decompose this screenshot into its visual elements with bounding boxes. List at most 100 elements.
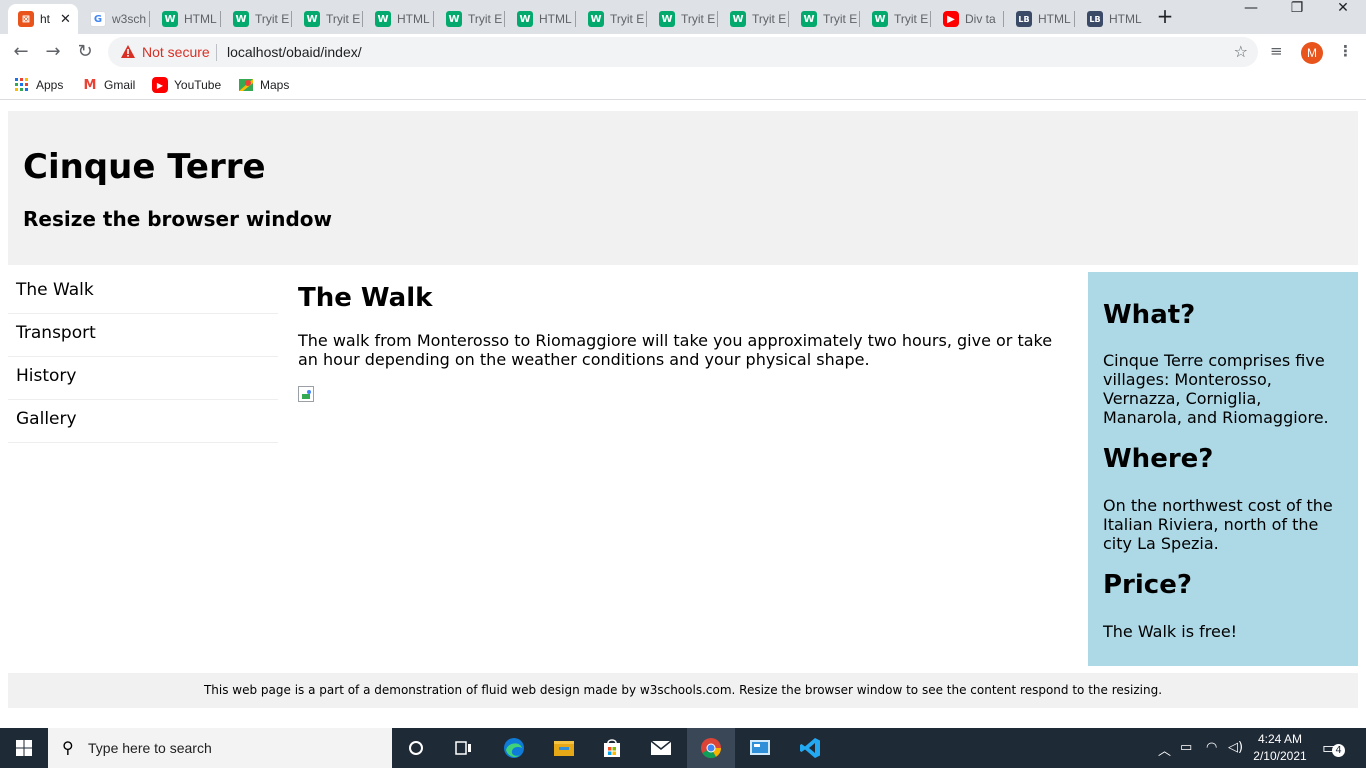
tab-label: HTML xyxy=(184,12,217,26)
bookmark-label: Gmail xyxy=(104,78,136,92)
apps-grid-icon xyxy=(14,77,30,93)
windows-logo-icon xyxy=(16,740,32,756)
tab-label: w3sch xyxy=(112,12,146,26)
info-aside: What? Cinque Terre comprises five villag… xyxy=(1088,272,1358,666)
tab-w3-html[interactable]: W HTML xyxy=(365,4,431,34)
menu-kebab-icon[interactable]: ⋮ xyxy=(1338,42,1353,60)
w3schools-icon: W xyxy=(517,11,533,27)
tab-youtube[interactable]: ▶ Div ta xyxy=(933,4,1001,34)
bookmark-youtube[interactable]: ▶ YouTube xyxy=(152,77,221,93)
tab-label: HTML xyxy=(539,12,572,26)
aside-text-where: On the northwest cost of the Italian Riv… xyxy=(1103,496,1333,553)
tab-google[interactable]: G w3sch xyxy=(80,4,146,34)
tab-w3-html[interactable]: W HTML xyxy=(152,4,218,34)
control-panel-icon xyxy=(750,740,770,755)
bookmark-maps[interactable]: Maps xyxy=(238,77,289,93)
bookmark-gmail[interactable]: M Gmail xyxy=(82,77,136,93)
vscode-app[interactable] xyxy=(786,728,834,768)
tab-w3-html[interactable]: W HTML xyxy=(507,4,573,34)
tab-xampp[interactable]: ⊠ ht ✕ xyxy=(8,4,78,34)
xampp-icon: ⊠ xyxy=(18,11,34,27)
tab-divider xyxy=(362,11,363,27)
tab-divider xyxy=(930,11,931,27)
back-button[interactable]: ← xyxy=(10,41,32,63)
tab-w3-tryit[interactable]: W Tryit E xyxy=(720,4,786,34)
html-site-icon: LB xyxy=(1016,11,1032,27)
tab-divider xyxy=(433,11,434,27)
bookmark-apps[interactable]: Apps xyxy=(14,77,63,93)
file-explorer-app[interactable] xyxy=(540,728,588,768)
control-panel-app[interactable] xyxy=(736,728,784,768)
tab-label: Div ta xyxy=(965,12,996,26)
search-icon: ⚲ xyxy=(62,738,74,757)
address-bar[interactable]: Not secure localhost/obaid/index/ ☆ xyxy=(108,37,1258,67)
menu-item-gallery[interactable]: Gallery xyxy=(8,400,278,443)
w3schools-icon: W xyxy=(162,11,178,27)
bookmark-label: Apps xyxy=(36,78,64,92)
tab-label: HTML xyxy=(1038,12,1071,26)
menu-item-the-walk[interactable]: The Walk xyxy=(8,271,278,314)
close-tab-icon[interactable]: ✕ xyxy=(60,12,71,27)
store-app[interactable] xyxy=(588,728,636,768)
tab-divider xyxy=(291,11,292,27)
close-window-button[interactable]: ✕ xyxy=(1320,0,1366,32)
profile-avatar[interactable]: M xyxy=(1301,42,1323,64)
youtube-icon: ▶ xyxy=(943,11,959,27)
mail-app[interactable] xyxy=(637,728,685,768)
cortana-icon xyxy=(409,741,423,755)
tab-divider xyxy=(717,11,718,27)
tab-w3-tryit[interactable]: W Tryit E xyxy=(862,4,928,34)
tab-html-site[interactable]: LB HTML xyxy=(1077,4,1143,34)
maps-icon xyxy=(238,77,254,93)
volume-icon[interactable]: ◁) xyxy=(1228,740,1243,755)
minimize-button[interactable]: — xyxy=(1228,0,1274,32)
store-icon xyxy=(604,739,620,757)
aside-heading-where: Where? xyxy=(1103,444,1214,474)
new-tab-button[interactable]: + xyxy=(1154,5,1176,27)
tab-divider xyxy=(575,11,576,27)
media-control-icon[interactable]: ≡ xyxy=(1270,42,1283,60)
clock-date: 2/10/2021 xyxy=(1253,749,1307,763)
main-heading: The Walk xyxy=(298,283,433,313)
chrome-app[interactable] xyxy=(687,728,735,768)
w3schools-icon: W xyxy=(446,11,462,27)
security-status[interactable]: Not secure xyxy=(142,44,210,60)
tab-w3-tryit[interactable]: W Tryit E xyxy=(436,4,502,34)
tab-html-site[interactable]: LB HTML xyxy=(1006,4,1072,34)
taskbar-search[interactable]: ⚲ Type here to search xyxy=(48,728,392,768)
aside-heading-price: Price? xyxy=(1103,570,1192,600)
clock-time: 4:24 AM xyxy=(1257,732,1303,746)
wifi-icon[interactable]: ◠ xyxy=(1206,740,1217,755)
tab-w3-tryit[interactable]: W Tryit E xyxy=(649,4,715,34)
restore-button[interactable]: ❐ xyxy=(1274,0,1320,32)
bookmarks-bar: Apps M Gmail ▶ YouTube Maps xyxy=(0,70,1366,100)
main-content: The Walk The walk from Monterosso to Rio… xyxy=(298,283,1073,402)
battery-icon[interactable]: ▭ xyxy=(1180,740,1192,755)
menu-item-history[interactable]: History xyxy=(8,357,278,400)
action-center-button[interactable]: ▭ 4 xyxy=(1322,738,1345,757)
task-view-button[interactable] xyxy=(440,728,488,768)
w3schools-icon: W xyxy=(659,11,675,27)
tab-w3-tryit[interactable]: W Tryit E xyxy=(578,4,644,34)
youtube-icon: ▶ xyxy=(152,77,168,93)
reload-button[interactable]: ↻ xyxy=(74,41,96,63)
aside-text-price: The Walk is free! xyxy=(1103,622,1238,641)
url-text[interactable]: localhost/obaid/index/ xyxy=(227,44,362,60)
aside-heading-what: What? xyxy=(1103,300,1196,330)
tab-divider xyxy=(149,11,150,27)
menu-item-transport[interactable]: Transport xyxy=(8,314,278,357)
tray-expand-icon[interactable]: ︿ xyxy=(1158,740,1171,759)
tab-w3-tryit[interactable]: W Tryit E xyxy=(294,4,360,34)
tab-w3-tryit[interactable]: W Tryit E xyxy=(791,4,857,34)
gmail-icon: M xyxy=(83,77,97,93)
start-button[interactable] xyxy=(0,728,48,768)
tab-label: Tryit E xyxy=(468,12,502,26)
tab-w3-tryit[interactable]: W Tryit E xyxy=(223,4,289,34)
forward-button[interactable]: → xyxy=(42,41,64,63)
omnibox-divider xyxy=(216,44,217,61)
cortana-button[interactable] xyxy=(392,728,440,768)
bookmark-star-icon[interactable]: ☆ xyxy=(1234,42,1248,61)
edge-app[interactable] xyxy=(490,728,538,768)
mail-icon xyxy=(650,740,672,755)
taskbar-clock[interactable]: 4:24 AM 2/10/2021 xyxy=(1246,731,1314,765)
